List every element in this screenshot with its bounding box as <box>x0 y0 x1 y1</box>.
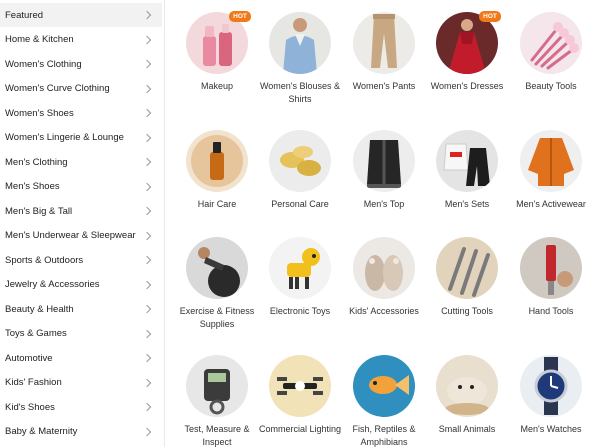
chevron-right-icon <box>142 35 152 44</box>
chevron-right-icon <box>142 84 152 93</box>
sidebar-item-kids-shoes[interactable]: Kid's Shoes <box>0 395 162 419</box>
hand-tools-thumbnail <box>520 237 582 299</box>
category-label: Women's Dresses <box>430 81 504 91</box>
cutting-tools-thumbnail <box>436 237 498 299</box>
fish-reptiles-amphibians-thumbnail <box>353 355 415 417</box>
category-sidebar: Featured Home & Kitchen Women's Clothing… <box>0 0 162 447</box>
hot-badge: HOT <box>229 11 251 22</box>
sidebar-item-label: Automotive <box>5 352 53 364</box>
category-label: Women's Pants <box>352 81 416 91</box>
chevron-right-icon <box>142 10 152 20</box>
sidebar-item-mens-shoes[interactable]: Men's Shoes <box>0 175 162 199</box>
sidebar-item-label: Women's Curve Clothing <box>5 83 110 95</box>
beauty-tools-thumbnail <box>520 12 582 74</box>
sidebar-item-womens-lingerie-lounge[interactable]: Women's Lingerie & Lounge <box>0 126 162 150</box>
sidebar-item-home-kitchen[interactable]: Home & Kitchen <box>0 28 162 52</box>
sidebar-item-mens-underwear-sleepwear[interactable]: Men's Underwear & Sleepwear <box>0 224 162 248</box>
category-label: Hair Care <box>197 199 237 209</box>
sidebar-item-sports-outdoors[interactable]: Sports & Outdoors <box>0 248 162 272</box>
sidebar-item-jewelry-accessories[interactable]: Jewelry & Accessories <box>0 273 162 297</box>
sidebar-item-mens-big-tall[interactable]: Men's Big & Tall <box>0 199 162 223</box>
sidebar-item-label: Women's Lingerie & Lounge <box>5 132 124 144</box>
personal-care-thumbnail <box>269 130 331 192</box>
sidebar-item-label: Men's Big & Tall <box>5 205 73 217</box>
chevron-right-icon <box>142 133 152 142</box>
chevron-right-icon <box>142 182 152 191</box>
sidebar-item-featured[interactable]: Featured <box>0 3 162 28</box>
sidebar-item-label: Men's Underwear & Sleepwear <box>5 230 136 242</box>
chevron-right-icon <box>142 59 152 69</box>
category-label: Personal Care <box>271 199 329 209</box>
category-label: Women's Blouses & Shirts <box>259 81 341 104</box>
electronic-toys-thumbnail <box>269 237 331 299</box>
category-label: Men's Top <box>363 199 405 209</box>
mens-top-thumbnail <box>353 130 415 192</box>
small-animals-thumbnail <box>436 355 498 417</box>
category-label: Men's Watches <box>520 424 582 434</box>
sidebar-item-label: Sports & Outdoors <box>5 254 84 266</box>
mens-sets-thumbnail <box>436 130 498 192</box>
sidebar-item-label: Beauty & Health <box>5 303 74 315</box>
chevron-right-icon <box>142 378 152 387</box>
sidebar-item-automotive[interactable]: Automotive <box>0 346 162 370</box>
hair-care-thumbnail <box>186 130 248 192</box>
mens-activewear-thumbnail <box>520 130 582 192</box>
sidebar-item-label: Men's Clothing <box>5 156 68 168</box>
sidebar-item-mens-clothing[interactable]: Men's Clothing <box>0 150 162 174</box>
sidebar-item-label: Baby & Maternity <box>5 426 78 438</box>
chevron-right-icon <box>142 255 152 265</box>
chevron-right-icon <box>142 108 152 118</box>
sidebar-item-label: Kids' Fashion <box>5 377 62 389</box>
sidebar-divider <box>164 0 165 447</box>
mens-watches-thumbnail <box>520 355 582 417</box>
kids-accessories-thumbnail <box>353 237 415 299</box>
category-label: Electronic Toys <box>269 306 331 316</box>
chevron-right-icon <box>142 157 152 167</box>
sidebar-item-label: Men's Shoes <box>5 181 60 193</box>
sidebar-item-womens-curve-clothing[interactable]: Women's Curve Clothing <box>0 77 162 101</box>
exercise-fitness-thumbnail <box>186 237 248 299</box>
category-label: Small Animals <box>438 424 496 434</box>
hot-badge: HOT <box>479 11 501 22</box>
category-label: Beauty Tools <box>525 81 577 91</box>
test-measure-inspect-thumbnail <box>186 355 248 417</box>
sidebar-item-womens-clothing[interactable]: Women's Clothing <box>0 52 162 76</box>
chevron-right-icon <box>142 304 152 314</box>
category-label: Fish, Reptiles & Amphibians <box>352 424 416 447</box>
sidebar-item-label: Women's Shoes <box>5 107 74 119</box>
sidebar-item-label: Jewelry & Accessories <box>5 279 100 291</box>
chevron-right-icon <box>142 427 152 436</box>
womens-pants-thumbnail <box>353 12 415 74</box>
category-label: Makeup <box>200 81 234 91</box>
sidebar-item-label: Women's Clothing <box>5 58 82 70</box>
commercial-lighting-thumbnail <box>269 355 331 417</box>
sidebar-item-womens-shoes[interactable]: Women's Shoes <box>0 101 162 125</box>
sidebar-item-baby-maternity[interactable]: Baby & Maternity <box>0 420 162 444</box>
chevron-right-icon <box>142 353 152 363</box>
category-label: Hand Tools <box>528 306 574 316</box>
category-label: Test, Measure & Inspect <box>184 424 250 447</box>
sidebar-item-toys-games[interactable]: Toys & Games <box>0 322 162 346</box>
sidebar-item-label: Home & Kitchen <box>5 34 74 46</box>
category-label: Exercise & Fitness Supplies <box>179 306 255 329</box>
sidebar-item-label: Kid's Shoes <box>5 401 55 413</box>
sidebar-item-kids-fashion[interactable]: Kids' Fashion <box>0 371 162 395</box>
chevron-right-icon <box>142 280 152 289</box>
sidebar-item-label: Toys & Games <box>5 328 67 340</box>
chevron-right-icon <box>142 231 152 240</box>
chevron-right-icon <box>142 402 152 412</box>
sidebar-item-beauty-health[interactable]: Beauty & Health <box>0 297 162 321</box>
chevron-right-icon <box>142 329 152 338</box>
sidebar-item-label: Featured <box>5 9 44 21</box>
category-label: Kids' Accessories <box>349 306 419 316</box>
category-label: Men's Sets <box>444 199 490 209</box>
category-label: Cutting Tools <box>441 306 493 316</box>
category-label: Men's Activewear <box>516 199 586 209</box>
womens-blouses-shirts-thumbnail <box>269 12 331 74</box>
category-label: Commercial Lighting <box>258 424 342 434</box>
chevron-right-icon <box>142 206 152 216</box>
